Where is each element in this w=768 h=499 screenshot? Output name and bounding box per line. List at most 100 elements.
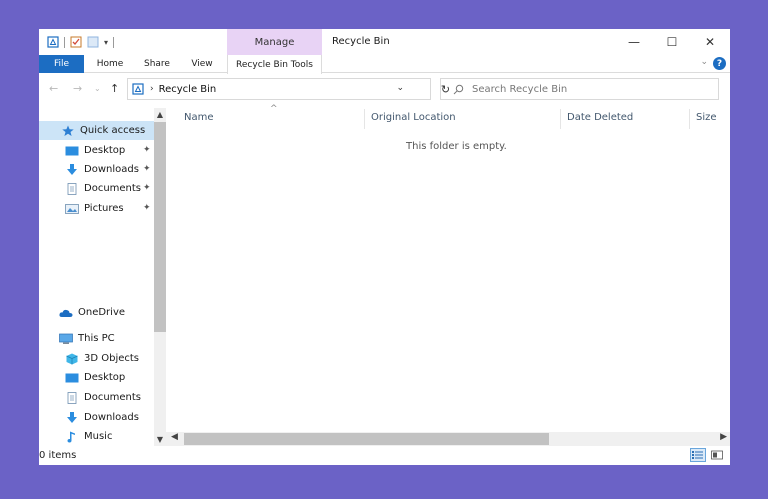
breadcrumb-recycle-bin[interactable]: Recycle Bin (159, 84, 217, 95)
help-icon[interactable]: ? (713, 57, 726, 70)
nav-item-this-pc[interactable]: This PC (59, 329, 115, 348)
computer-icon (59, 333, 73, 344)
up-button[interactable]: ↑ (110, 82, 119, 95)
navigation-pane: Quick access Desktop Downloads Documents… (39, 108, 166, 446)
maximize-button[interactable]: ☐ (653, 29, 691, 55)
navigation-scrollbar[interactable]: ▲ ▼ (154, 108, 166, 446)
column-header-size[interactable]: Size (696, 112, 717, 123)
column-header-date-deleted[interactable]: Date Deleted (567, 112, 633, 123)
scroll-down-icon[interactable]: ▼ (154, 435, 166, 444)
details-view-icon (692, 451, 703, 459)
nav-label: Quick access (80, 125, 146, 136)
pin-icon[interactable]: ✦ (143, 164, 151, 174)
back-button[interactable]: ← (49, 82, 58, 95)
nav-label: Pictures (84, 203, 124, 214)
expand-ribbon-icon[interactable]: ⌄ (700, 57, 708, 67)
nav-item-pictures[interactable]: Pictures (65, 199, 124, 218)
scrollbar-thumb[interactable] (154, 122, 166, 332)
scroll-right-icon[interactable]: ▶ (720, 432, 727, 442)
address-dropdown-icon[interactable]: ⌄ (396, 83, 404, 93)
item-count: 0 items (39, 450, 77, 461)
nav-item-desktop[interactable]: Desktop (65, 141, 125, 160)
column-divider[interactable] (364, 109, 365, 129)
nav-label: 3D Objects (84, 353, 140, 364)
column-header-name[interactable]: Name (184, 112, 214, 123)
nav-item-3d-objects[interactable]: 3D Objects (65, 349, 139, 368)
large-icons-view-button[interactable] (709, 448, 725, 462)
pin-icon[interactable]: ✦ (143, 203, 151, 213)
title-bar: ▾ Manage Recycle Bin — ☐ ✕ (39, 29, 730, 55)
empty-folder-message: This folder is empty. (406, 141, 507, 152)
nav-item-downloads[interactable]: Downloads (65, 408, 139, 427)
cloud-icon (59, 309, 73, 317)
scroll-up-icon[interactable]: ▲ (154, 110, 166, 119)
large-icons-view-icon (711, 450, 723, 460)
nav-label: Downloads (84, 164, 139, 175)
close-button[interactable]: ✕ (691, 29, 729, 55)
search-box[interactable]: Search Recycle Bin (440, 78, 719, 100)
ribbon-tabs: File Home Share View Recycle Bin Tools ⌄… (39, 55, 730, 74)
tab-file[interactable]: File (39, 55, 84, 73)
tab-recycle-bin-tools[interactable]: Recycle Bin Tools (227, 55, 322, 74)
details-view-button[interactable] (690, 448, 706, 462)
nav-label: Music (84, 431, 113, 442)
nav-label: Documents (84, 183, 142, 194)
pin-icon[interactable]: ✦ (143, 145, 151, 155)
scrollbar-thumb[interactable] (184, 433, 549, 445)
nav-item-documents[interactable]: Documents (65, 179, 141, 198)
minimize-button[interactable]: — (615, 29, 653, 55)
sort-ascending-icon: ^ (270, 104, 278, 114)
properties-icon[interactable] (70, 36, 82, 48)
cube-icon (66, 353, 78, 364)
new-folder-icon[interactable] (87, 36, 99, 48)
nav-item-downloads[interactable]: Downloads (65, 160, 139, 179)
nav-label: Documents (84, 392, 142, 403)
column-divider[interactable] (560, 109, 561, 129)
pictures-icon (65, 203, 79, 214)
column-header-original-location[interactable]: Original Location (371, 112, 456, 123)
nav-item-music[interactable]: Music (65, 427, 112, 446)
documents-icon (67, 391, 77, 404)
forward-button[interactable]: → (73, 82, 82, 95)
recycle-bin-icon (132, 83, 144, 95)
downloads-icon (67, 163, 77, 175)
documents-icon (67, 182, 77, 195)
nav-label: Desktop (84, 372, 126, 383)
star-icon (62, 125, 74, 136)
recent-locations-button[interactable]: ⌄ (94, 84, 101, 93)
search-icon (453, 84, 464, 94)
toolbar-separator (113, 36, 115, 48)
address-toolbar: ← → ⌄ ↑ › Recycle Bin ⌄ ↻ Search Recycle… (39, 74, 730, 104)
file-list: ^ Name Original Location Date Deleted Si… (166, 104, 730, 446)
desktop-icon (65, 373, 79, 382)
breadcrumb-chevron-icon[interactable]: › (150, 84, 154, 94)
pin-icon[interactable]: ✦ (143, 183, 151, 193)
nav-item-documents[interactable]: Documents (65, 388, 141, 407)
scroll-left-icon[interactable]: ◀ (171, 432, 178, 442)
nav-item-quick-access[interactable]: Quick access (39, 121, 154, 140)
toolbar-separator (64, 36, 65, 48)
column-divider[interactable] (689, 109, 690, 129)
tab-view[interactable]: View (185, 55, 219, 73)
recycle-bin-icon[interactable] (47, 36, 59, 48)
music-icon (67, 431, 75, 442)
horizontal-scrollbar[interactable]: ◀ ▶ (166, 432, 730, 446)
address-bar[interactable]: › Recycle Bin ⌄ ↻ (127, 78, 450, 100)
quick-access-toolbar: ▾ (47, 35, 115, 49)
status-bar: 0 items (39, 446, 730, 465)
window-title: Recycle Bin (332, 36, 390, 47)
tab-home[interactable]: Home (91, 55, 129, 73)
file-explorer-window: ▾ Manage Recycle Bin — ☐ ✕ File Home Sha… (39, 29, 730, 465)
nav-label: This PC (78, 333, 115, 344)
customize-toolbar-icon[interactable]: ▾ (104, 38, 108, 47)
manage-tab-group: Manage (227, 29, 322, 55)
search-placeholder: Search Recycle Bin (472, 83, 568, 95)
desktop-icon (65, 146, 79, 155)
tab-share[interactable]: Share (139, 55, 175, 73)
nav-item-onedrive[interactable]: OneDrive (59, 303, 125, 322)
nav-label: OneDrive (78, 307, 126, 318)
downloads-icon (67, 411, 77, 423)
nav-item-desktop[interactable]: Desktop (65, 368, 125, 387)
nav-label: Desktop (84, 145, 126, 156)
nav-label: Downloads (84, 412, 139, 423)
